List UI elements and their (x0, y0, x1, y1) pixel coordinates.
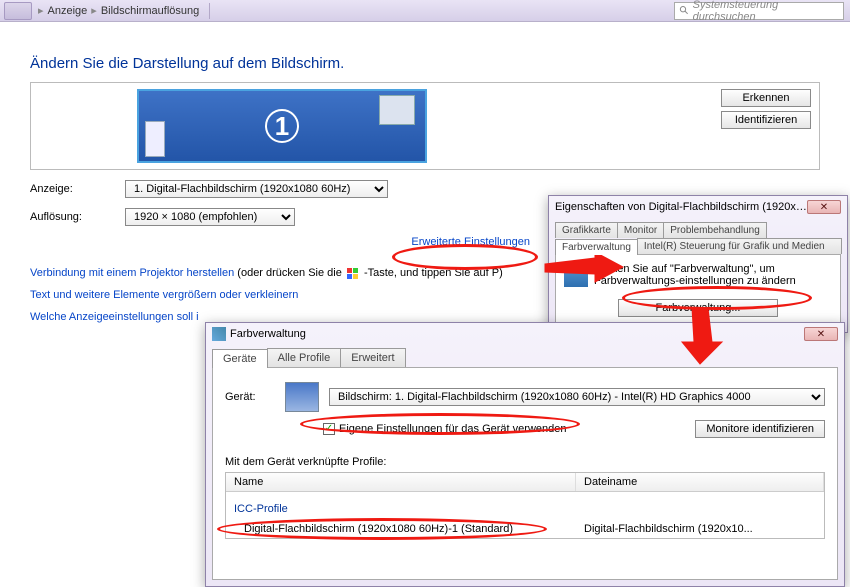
identify-monitors-button[interactable]: Monitore identifizieren (695, 420, 825, 438)
table-header: Name Dateiname (226, 473, 824, 492)
display-label: Anzeige: (30, 183, 125, 195)
tab-geraete[interactable]: Geräte (212, 349, 268, 368)
projector-link[interactable]: Verbindung mit einem Projektor herstelle… (30, 267, 234, 279)
which-settings-link[interactable]: Welche Anzeigeeinstellungen soll i (30, 311, 199, 323)
chevron-right-icon: ▸ (38, 4, 44, 17)
tabs: Grafikkarte Monitor Problembehandlung Fa… (549, 218, 847, 254)
app-icon (212, 327, 226, 341)
tabs: Geräte Alle Profile Erweitert (206, 345, 844, 367)
window-title: Farbverwaltung (230, 328, 804, 340)
linked-profiles-label: Mit dem Gerät verknüpfte Profile: (225, 456, 825, 468)
breadcrumb-item[interactable]: Anzeige (48, 5, 88, 17)
search-icon (679, 5, 690, 16)
profile-table: Name Dateiname ICC-Profile Digital-Flach… (225, 472, 825, 539)
projector-hint-a: (oder drücken Sie die (234, 267, 345, 279)
titlebar[interactable]: Farbverwaltung ✕ (206, 323, 844, 345)
info-text: Klicken Sie auf "Farbverwaltung", um Far… (564, 263, 832, 293)
display-properties-window: Eigenschaften von Digital-Flachbildschir… (548, 195, 848, 333)
preview-window-1 (379, 95, 415, 125)
table-row[interactable]: Digital-Flachbildschirm (1920x1080 60Hz)… (226, 520, 824, 538)
advanced-settings-link[interactable]: Erweiterte Einstellungen (411, 236, 530, 248)
identify-button[interactable]: Identifizieren (721, 111, 811, 129)
col-file[interactable]: Dateiname (576, 473, 824, 491)
close-button[interactable]: ✕ (807, 200, 841, 214)
tab-content: Klicken Sie auf "Farbverwaltung", um Far… (555, 254, 841, 326)
color-management-icon (564, 263, 588, 287)
tab-erweitert[interactable]: Erweitert (340, 348, 405, 367)
nav-back-button[interactable] (4, 2, 32, 20)
tab-grafikkarte[interactable]: Grafikkarte (555, 222, 618, 238)
tab-content: Gerät: Bildschirm: 1. Digital-Flachbilds… (212, 367, 838, 580)
monitor-number: 1 (265, 109, 299, 143)
resolution-select[interactable]: 1920 × 1080 (empfohlen) (125, 208, 295, 226)
monitor-preview-box: 1 Erkennen Identifizieren (30, 82, 820, 170)
search-input[interactable]: Systemsteuerung durchsuchen (674, 2, 844, 20)
monitor-preview[interactable]: 1 (137, 89, 427, 163)
profile-section: ICC-Profile (226, 500, 576, 518)
own-settings-checkbox[interactable]: Eigene Einstellungen für das Gerät verwe… (323, 423, 566, 435)
windows-key-icon (347, 268, 359, 279)
device-select[interactable]: Bildschirm: 1. Digital-Flachbildschirm (… (329, 388, 825, 406)
device-label: Gerät: (225, 391, 275, 403)
close-button[interactable]: ✕ (804, 327, 838, 341)
tab-monitor[interactable]: Monitor (617, 222, 664, 238)
tab-farbverwaltung[interactable]: Farbverwaltung (555, 239, 638, 255)
resolution-label: Auflösung: (30, 211, 125, 223)
own-settings-label: Eigene Einstellungen für das Gerät verwe… (339, 423, 566, 435)
detect-button[interactable]: Erkennen (721, 89, 811, 107)
search-placeholder: Systemsteuerung durchsuchen (693, 0, 839, 23)
color-management-button[interactable]: Farbverwaltung... (618, 299, 778, 317)
monitor-icon (285, 382, 319, 412)
page-title: Ändern Sie die Darstellung auf dem Bilds… (30, 55, 830, 72)
tab-alle-profile[interactable]: Alle Profile (267, 348, 342, 367)
tab-problembehandlung[interactable]: Problembehandlung (663, 222, 767, 238)
profile-file: Digital-Flachbildschirm (1920x10... (576, 520, 824, 538)
col-name[interactable]: Name (226, 473, 576, 491)
chevron-right-icon: ▸ (91, 4, 97, 17)
breadcrumb[interactable]: ▸ Anzeige ▸ Bildschirmauflösung (32, 4, 205, 17)
preview-window-2 (145, 121, 165, 157)
display-select[interactable]: 1. Digital-Flachbildschirm (1920x1080 60… (125, 180, 388, 198)
window-title: Eigenschaften von Digital-Flachbildschir… (555, 201, 807, 213)
tab-intel[interactable]: Intel(R) Steuerung für Grafik und Medien (637, 238, 842, 254)
breadcrumb-item[interactable]: Bildschirmauflösung (101, 5, 199, 17)
divider (209, 3, 210, 19)
checkbox-icon (323, 423, 335, 435)
text-size-link[interactable]: Text und weitere Elemente vergrößern ode… (30, 289, 298, 301)
color-management-window: Farbverwaltung ✕ Geräte Alle Profile Erw… (205, 322, 845, 587)
profile-name: Digital-Flachbildschirm (1920x1080 60Hz)… (226, 520, 576, 538)
explorer-address-bar: ▸ Anzeige ▸ Bildschirmauflösung Systemst… (0, 0, 850, 22)
titlebar[interactable]: Eigenschaften von Digital-Flachbildschir… (549, 196, 847, 218)
projector-hint-b: -Taste, und tippen Sie auf P) (361, 267, 503, 279)
